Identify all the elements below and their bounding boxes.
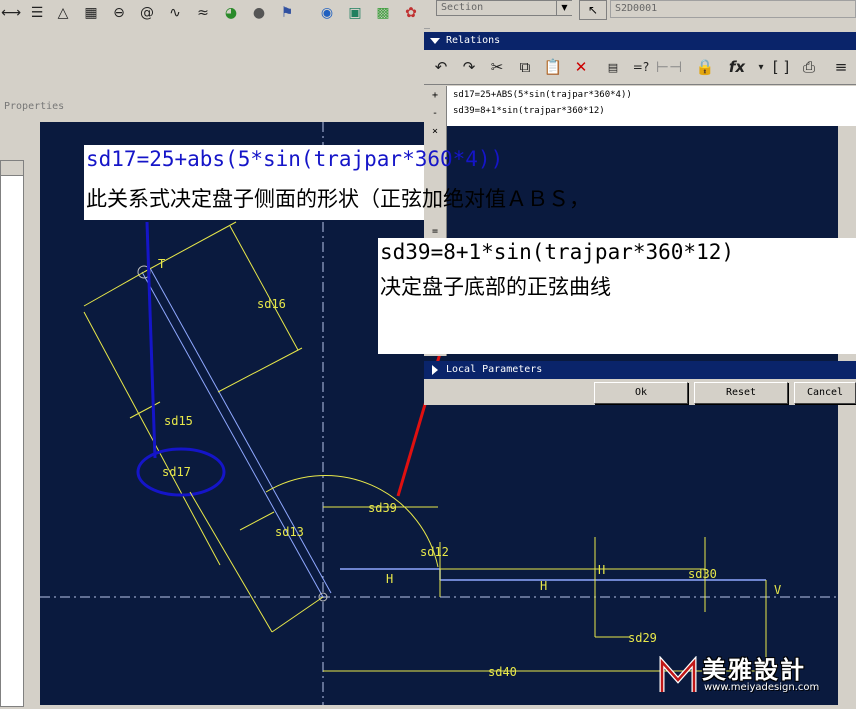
properties-label: Properties xyxy=(4,101,65,112)
collapse-triangle-icon[interactable] xyxy=(430,38,440,44)
dimension-values-icon[interactable]: ▤ xyxy=(602,56,624,78)
tertiary-toolbar xyxy=(0,58,424,98)
cut-icon[interactable]: ✂ xyxy=(486,56,508,78)
delete-icon[interactable]: ✕ xyxy=(570,56,592,78)
ok-button[interactable]: Ok xyxy=(594,382,688,404)
spiral-icon[interactable]: @ xyxy=(136,2,158,24)
lock-icon[interactable]: 🔒 xyxy=(694,56,716,78)
curve-icon[interactable]: ∿ xyxy=(164,2,186,24)
sort-icon[interactable]: ≡ xyxy=(830,56,852,78)
dimension-icon[interactable]: ⟷ xyxy=(0,2,22,24)
sd13-arrow xyxy=(239,511,275,531)
dim-sd29: sd29 xyxy=(628,631,657,645)
reset-button[interactable]: Reset xyxy=(694,382,788,404)
sd15-ext-2 xyxy=(129,401,161,419)
copy-icon[interactable]: ⧉ xyxy=(514,56,536,78)
gutter-times[interactable]: × xyxy=(432,126,438,137)
model-tree-panel[interactable] xyxy=(0,160,24,707)
dim-sd15: sd15 xyxy=(164,414,193,428)
constraint-t: T xyxy=(158,257,165,271)
grid-icon[interactable]: ▦ xyxy=(80,2,102,24)
dim-sd40: sd40 xyxy=(488,665,517,679)
measure-icon[interactable]: ⊢⊣ xyxy=(656,56,682,78)
triangle-icon[interactable]: △ xyxy=(52,2,74,24)
sd17-annotation: sd17=25+abs(5*sin(trajpar*360*4)) 此关系式决定… xyxy=(84,145,590,220)
sd13-dim-line xyxy=(189,491,273,633)
constraint-h2: H xyxy=(598,563,605,577)
wave-icon[interactable]: ≈ xyxy=(192,2,214,24)
inclined-edge-1 xyxy=(141,271,324,598)
sd16-dim-line xyxy=(229,225,299,351)
sketcher-toolbar: ⟷ ☰ △ ▦ ⊖ @ ∿ ≈ ◕ ● ⚑ ◉ ▣ ▩ ✿ xyxy=(0,0,430,29)
relations-editor[interactable]: sd17=25+ABS(5*sin(trajpar*360*4)) sd39=8… xyxy=(447,86,856,126)
sd39-annotation: sd39=8+1*sin(trajpar*360*12) 决定盘子底部的正弦曲线 xyxy=(378,238,856,354)
dim-sd16: sd16 xyxy=(257,297,286,311)
watermark-logo-icon xyxy=(659,656,697,692)
function-icon[interactable]: fx xyxy=(726,56,748,78)
constraint-h1: H xyxy=(386,572,393,586)
sd16-ext-2 xyxy=(217,347,303,393)
sd17-leader xyxy=(145,221,157,459)
secondary-toolbar xyxy=(0,28,424,59)
relation-line-1[interactable]: sd17=25+ABS(5*sin(trajpar*360*4)) xyxy=(453,90,632,100)
gutter-plus[interactable]: + xyxy=(432,90,438,101)
pennant-icon[interactable]: ⚑ xyxy=(276,2,298,24)
sd15-ext-1 xyxy=(83,271,145,307)
sphere-icon[interactable]: ● xyxy=(248,2,270,24)
relation-line-2[interactable]: sd39=8+1*sin(trajpar*360*12) xyxy=(453,106,605,116)
constraint-v: V xyxy=(774,583,781,597)
globe-icon[interactable]: ◉ xyxy=(316,2,338,24)
sd39-formula: sd39=8+1*sin(trajpar*360*12) xyxy=(380,240,735,264)
color-wheel-icon[interactable]: ✿ xyxy=(400,2,422,24)
sd17-formula: sd17=25+abs(5*sin(trajpar*360*4)) xyxy=(86,147,504,171)
brackets-icon[interactable]: [ ] xyxy=(770,56,792,78)
function-label: fx xyxy=(728,58,746,76)
sd39-note: 决定盘子底部的正弦曲线 xyxy=(380,275,611,299)
dialog-button-bar: Ok Reset Cancel xyxy=(424,379,856,405)
dim-sd17: sd17 xyxy=(162,465,191,479)
dim-sd13: sd13 xyxy=(275,525,304,539)
section-select[interactable]: Section xyxy=(436,0,572,16)
watermark-text: 美雅設計 xyxy=(702,656,806,684)
local-parameters-title: Local Parameters xyxy=(446,364,543,375)
dim-sd39: sd39 xyxy=(368,501,397,515)
relations-title-bar[interactable]: Relations xyxy=(424,32,856,50)
gutter-equals[interactable]: = xyxy=(432,226,438,237)
paste-icon[interactable]: 📋 xyxy=(542,56,564,78)
gutter-minus[interactable]: - xyxy=(432,108,438,119)
constraint-h3: H xyxy=(540,579,547,593)
verify-icon[interactable]: ⎙ xyxy=(798,56,820,78)
ellipse-icon[interactable]: ⊖ xyxy=(108,2,130,24)
section-name-field[interactable]: S2D0001 xyxy=(610,0,856,18)
palette-icon[interactable]: ◕ xyxy=(220,2,242,24)
chevron-down-icon[interactable]: ▾ xyxy=(750,56,772,78)
green-map-icon[interactable]: ▩ xyxy=(372,2,394,24)
relations-toolbar: ↶ ↷ ✂ ⧉ 📋 ✕ ▤ =? ⊢⊣ 🔒 fx ▾ [ ] ⎙ ≡ xyxy=(424,50,856,85)
relations-title: Relations xyxy=(446,35,501,46)
dim-sd12: sd12 xyxy=(420,545,449,559)
redo-icon[interactable]: ↷ xyxy=(458,56,480,78)
chevron-down-icon[interactable]: ▼ xyxy=(556,1,572,15)
select-cursor-button[interactable]: ↖ xyxy=(579,0,607,20)
undo-icon[interactable]: ↶ xyxy=(430,56,452,78)
local-parameters-title-bar[interactable]: Local Parameters xyxy=(424,361,856,379)
evaluate-icon[interactable]: =? xyxy=(630,56,652,78)
expand-triangle-icon[interactable] xyxy=(432,365,438,375)
watermark: 美雅設計 www.meiyadesign.com xyxy=(658,650,848,702)
map-icon[interactable]: ▣ xyxy=(344,2,366,24)
cancel-button[interactable]: Cancel xyxy=(794,382,856,404)
dim-sd30: sd30 xyxy=(688,567,717,581)
sd39-arc xyxy=(265,474,439,568)
watermark-url: www.meiyadesign.com xyxy=(704,682,820,693)
sd17-note: 此关系式决定盘子侧面的形状（正弦加绝对值ＡＢＳ， xyxy=(86,187,590,211)
inclined-edge-2 xyxy=(149,267,332,594)
sd13-ext xyxy=(271,596,324,633)
stack-icon[interactable]: ☰ xyxy=(26,2,48,24)
